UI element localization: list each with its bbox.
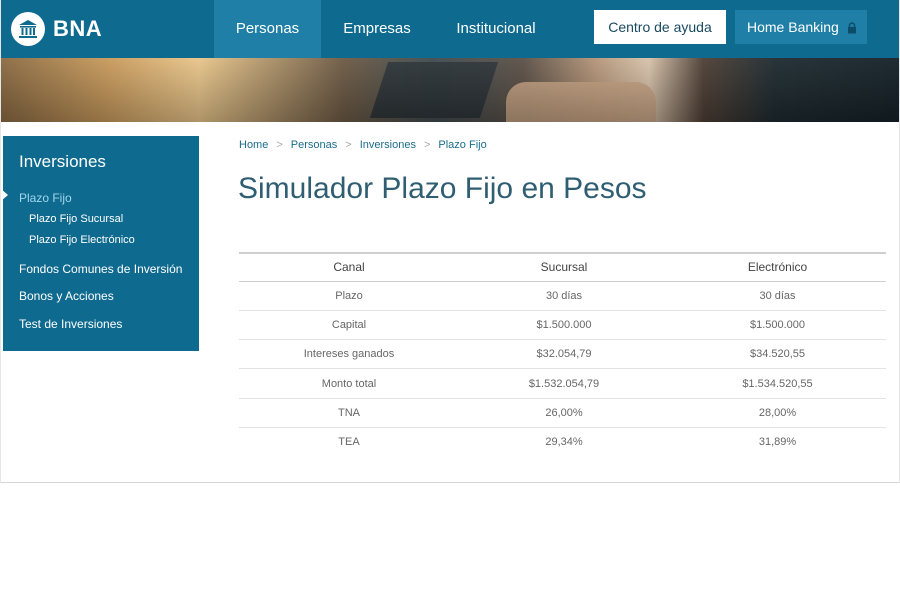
table-row: Monto total $1.532.054,79 $1.534.520,55 (239, 368, 886, 399)
column-header-sucursal: Sucursal (459, 252, 669, 282)
simulator-table: Canal Sucursal Electrónico Plazo 30 días… (239, 252, 886, 457)
breadcrumb-home[interactable]: Home (239, 139, 268, 151)
hero-banner-image (1, 58, 899, 122)
column-header-canal: Canal (239, 252, 459, 282)
row-label: Intereses ganados (239, 339, 459, 370)
row-label: TEA (338, 436, 360, 449)
page-title: Simulador Plazo Fijo en Pesos (238, 172, 647, 205)
sidebar-item-plazo-fijo-electronico[interactable]: Plazo Fijo Electrónico (29, 234, 135, 246)
sidebar-title: Inversiones (19, 152, 106, 171)
tab-empresas[interactable]: Empresas (331, 0, 423, 58)
table-row: TEA 29,34% 31,89% (239, 427, 886, 456)
table-row: Capital $1.500.000 $1.500.000 (239, 310, 886, 341)
sucursal-value: $32.054,79 (459, 339, 669, 370)
row-label: Capital (239, 310, 459, 341)
sidebar-item-plazo-fijo-sucursal[interactable]: Plazo Fijo Sucursal (29, 213, 123, 225)
electronico-value: $34.520,55 (669, 339, 886, 370)
home-banking-button[interactable]: Home Banking (735, 10, 867, 44)
table-row: TNA 26,00% 28,00% (239, 398, 886, 428)
electronico-value: $1.534.520,55 (669, 368, 886, 399)
electronico-value: 31,89% (758, 436, 797, 449)
table-row: Intereses ganados $32.054,79 $34.520,55 (239, 339, 886, 370)
tab-personas[interactable]: Personas (214, 0, 321, 58)
breadcrumb-inversiones[interactable]: Inversiones (360, 139, 416, 151)
sucursal-value: $1.532.054,79 (459, 368, 669, 399)
brand-name: BNA (53, 16, 103, 41)
tab-institucional[interactable]: Institucional (447, 0, 545, 58)
sucursal-value: 26,00% (459, 398, 669, 428)
row-label: Monto total (239, 368, 459, 399)
sidebar-item-bonos-acciones[interactable]: Bonos y Acciones (19, 289, 114, 303)
electronico-value: 28,00% (669, 398, 886, 428)
breadcrumb-plazo-fijo[interactable]: Plazo Fijo (438, 139, 486, 151)
sucursal-value: $1.500.000 (459, 310, 669, 341)
sidebar-item-plazo-fijo[interactable]: Plazo Fijo (19, 191, 72, 205)
electronico-value: $1.500.000 (669, 310, 886, 341)
active-item-marker-icon (1, 189, 8, 201)
row-label: Plazo (239, 281, 459, 311)
lock-icon (847, 21, 857, 37)
home-banking-label: Home Banking (747, 19, 839, 35)
sucursal-value: 29,34% (545, 436, 583, 449)
bank-building-icon (11, 12, 45, 46)
sidebar-item-test-inversiones[interactable]: Test de Inversiones (19, 317, 122, 331)
sidebar-menu: Inversiones Plazo Fijo Plazo Fijo Sucurs… (3, 136, 199, 351)
breadcrumb-personas[interactable]: Personas (291, 139, 337, 151)
help-center-button[interactable]: Centro de ayuda (594, 10, 726, 44)
sidebar-item-fondos-comunes[interactable]: Fondos Comunes de Inversión (19, 262, 182, 276)
row-label: TNA (239, 398, 459, 428)
electronico-value: 30 días (669, 281, 886, 311)
bna-logo[interactable]: BNA (11, 12, 102, 46)
column-header-electronico: Electrónico (669, 252, 886, 282)
sucursal-value: 30 días (459, 281, 669, 311)
breadcrumb: Home > Personas > Inversiones > Plazo Fijo (239, 139, 487, 151)
table-header-row: Canal Sucursal Electrónico (239, 252, 886, 282)
page-frame: BNA Personas Empresas Institucional Cent… (0, 0, 900, 483)
top-navigation-bar: BNA Personas Empresas Institucional Cent… (1, 0, 899, 58)
table-row: Plazo 30 días 30 días (239, 281, 886, 311)
